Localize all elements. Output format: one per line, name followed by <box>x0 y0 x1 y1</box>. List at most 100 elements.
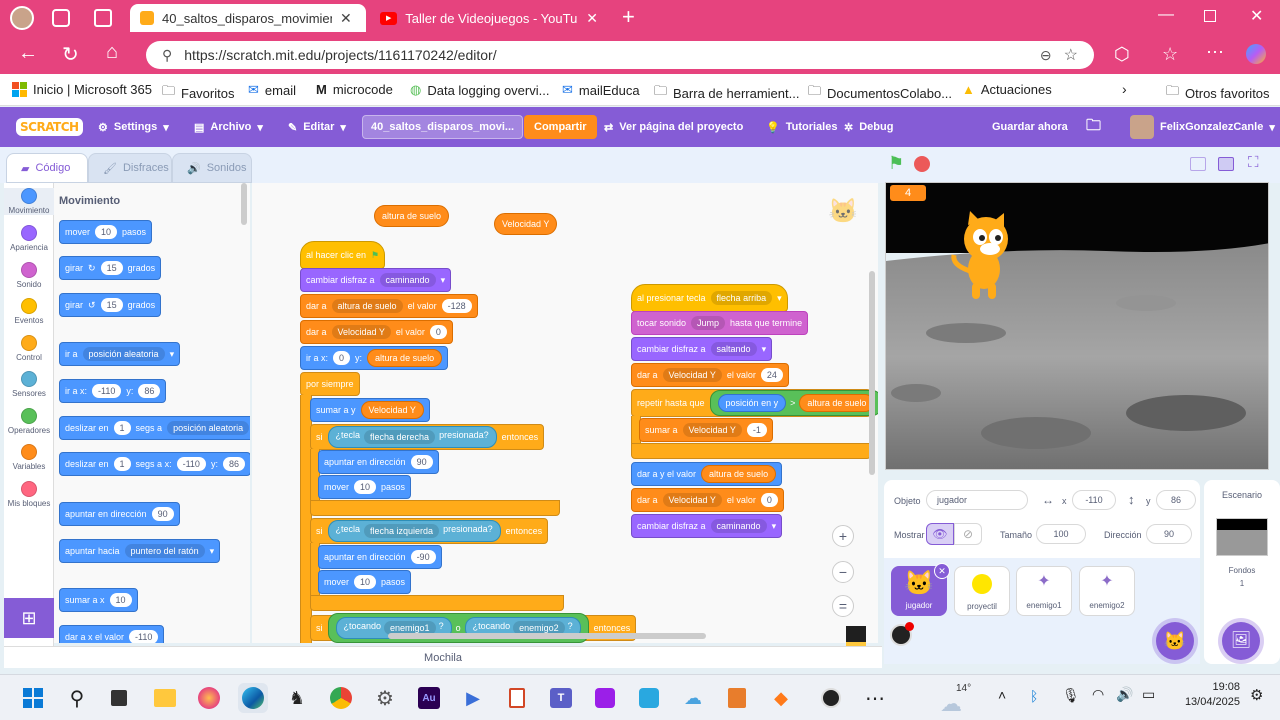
recorder-app-icon[interactable] <box>816 683 846 713</box>
category-eventos[interactable]: Eventos <box>4 298 54 325</box>
block-goto[interactable]: ir a posición aleatoria ▾ <box>59 342 181 366</box>
edit-menu[interactable]: ✎ Editar ▾ <box>288 107 346 147</box>
tab-sounds[interactable]: 🔊 Sonidos <box>172 153 252 183</box>
chevron-up-icon[interactable]: ˄ <box>998 687 1006 703</box>
num-input[interactable]: 1 <box>113 457 131 471</box>
num-input[interactable]: 10 <box>354 480 377 494</box>
firefox-icon[interactable] <box>194 683 224 713</box>
dropdown[interactable]: flecha izquierda <box>364 524 440 538</box>
y-input[interactable]: 86 <box>1156 490 1196 510</box>
reporter[interactable]: altura de suelo <box>701 465 777 483</box>
see-project-button[interactable]: ⇄ Ver página del proyecto <box>604 107 743 147</box>
block-switch-costume[interactable]: cambiar disfraz a saltando ▾ <box>631 337 773 361</box>
block-turn-right[interactable]: girar ↻ 15 grados <box>59 256 162 280</box>
sprite-name-input[interactable]: jugador <box>926 490 1028 510</box>
cat-sprite[interactable] <box>946 211 1022 303</box>
block-move[interactable]: mover 10 pasos <box>59 220 153 244</box>
fullscreen-icon[interactable]: ⛶ <box>1248 154 1259 171</box>
block-set-var-vely[interactable]: dar a Velocidad Y el valor 0 <box>300 320 453 344</box>
block-change-x[interactable]: sumar a x 10 <box>59 588 138 612</box>
dropdown[interactable]: altura de suelo <box>331 299 403 313</box>
reporter[interactable]: altura de suelo <box>799 394 875 412</box>
block-set-var-floor[interactable]: dar a altura de suelo el valor -128 <box>300 294 478 318</box>
dropdown[interactable]: posición aleatoria <box>82 347 165 361</box>
dropdown[interactable]: Velocidad Y <box>682 423 742 437</box>
block-repeat-until[interactable]: repetir hasta que posición en y > altura de… <box>631 389 878 417</box>
num-input[interactable]: 0 <box>760 493 778 507</box>
dropdown[interactable]: posición aleatoria <box>167 421 250 435</box>
reporter[interactable]: posición en y <box>717 394 787 412</box>
education-app-icon[interactable] <box>634 683 664 713</box>
sprite-tile-jugador[interactable]: 🐱 jugador ✕ <box>891 563 950 616</box>
file-explorer-icon[interactable] <box>150 683 180 713</box>
reporter[interactable]: Velocidad Y <box>360 401 424 419</box>
fav-microcode[interactable]: Mmicrocode <box>316 82 393 97</box>
bluetooth-icon[interactable]: ᛒ <box>1030 688 1038 704</box>
backpack-bar[interactable]: Mochila <box>4 646 882 668</box>
block-glide[interactable]: deslizar en 1 segs a posición aleatoria <box>59 416 250 440</box>
favorites-icon[interactable]: ☆ <box>1162 44 1178 65</box>
dropdown[interactable]: Velocidad Y <box>662 368 722 382</box>
num-input[interactable]: -110 <box>129 630 159 643</box>
block-set-x[interactable]: dar a x el valor -110 <box>59 625 165 643</box>
fav-microsoft365[interactable]: Inicio | Microsoft 365 <box>12 82 152 97</box>
fav-actuaciones[interactable]: ▲ Actuaciones <box>962 82 1052 97</box>
tab-scratch[interactable]: 40_saltos_disparos_movimiento con ... ✕ <box>130 4 366 32</box>
notes-app-icon[interactable] <box>502 683 532 713</box>
palette-scrollbar[interactable] <box>241 183 247 225</box>
num-input[interactable]: 90 <box>151 507 174 521</box>
category-operadores[interactable]: Operadores <box>4 408 54 435</box>
zoom-icon[interactable]: ⊖ <box>1040 47 1052 64</box>
presentation-icon[interactable]: ▶ <box>458 683 488 713</box>
project-title-input[interactable]: 40_saltos_disparos_movi... <box>362 107 524 147</box>
num-input[interactable]: 15 <box>100 298 123 312</box>
search-icon[interactable]: ⚲ <box>62 683 92 713</box>
dropdown[interactable]: flecha derecha <box>364 430 436 444</box>
size-input[interactable]: 100 <box>1036 524 1086 544</box>
battery-icon[interactable]: ▭ <box>1142 686 1155 703</box>
home-icon[interactable]: ⌂ <box>106 41 118 64</box>
block-play-sound[interactable]: tocar sonido Jump hasta que termine <box>631 311 809 335</box>
direction-input[interactable]: 90 <box>1146 524 1192 544</box>
green-flag-icon[interactable]: ⚑ <box>888 153 904 174</box>
restore-button[interactable] <box>1204 10 1216 22</box>
num-input[interactable]: 86 <box>138 384 161 398</box>
fav-datalogging[interactable]: ◍ Data logging overvi... <box>410 82 549 98</box>
num-input[interactable]: 0 <box>429 325 447 339</box>
file-menu[interactable]: ▤ Archivo ▾ <box>194 107 263 147</box>
hat-key-pressed[interactable]: al presionar tecla flecha arriba ▾ <box>631 284 788 312</box>
show-hidden-button[interactable]: ⊘ <box>954 523 982 545</box>
site-info-icon[interactable]: ⚲ <box>162 47 172 64</box>
category-sonido[interactable]: Sonido <box>4 262 54 289</box>
my-stuff-icon[interactable]: 🗀 <box>1086 107 1101 147</box>
dropdown[interactable]: Jump <box>691 316 726 330</box>
block-point-direction[interactable]: apuntar en dirección 90 <box>318 450 439 474</box>
sensing-key-pressed[interactable]: ¿tecla flecha izquierda presionada? <box>327 520 501 542</box>
category-movimiento[interactable]: Movimiento <box>4 188 54 215</box>
close-icon[interactable]: ✕ <box>340 10 352 27</box>
project-title[interactable]: 40_saltos_disparos_movi... <box>362 115 524 139</box>
sprite-tile-enemigo2[interactable]: ✦ enemigo2 <box>1079 566 1135 616</box>
workspace-horizontal-scrollbar[interactable] <box>388 633 706 639</box>
minimize-button[interactable]: — <box>1158 6 1174 24</box>
url-text[interactable]: https://scratch.mit.edu/projects/1161170… <box>184 47 1028 63</box>
block-if-right[interactable]: si ¿tecla flecha derecha presionada? entonce… <box>310 424 545 450</box>
task-view-icon[interactable] <box>104 683 134 713</box>
workspaces-icon[interactable] <box>52 9 70 27</box>
dropdown[interactable]: saltando <box>710 342 757 356</box>
category-control[interactable]: Control <box>4 335 54 362</box>
stop-icon[interactable] <box>914 156 930 172</box>
account-menu[interactable]: FelixGonzalezCanle ▾ <box>1130 107 1275 147</box>
block-set-var-vely[interactable]: dar a Velocidad Y el valor 24 <box>631 363 789 387</box>
more-icon[interactable]: ⋯ <box>1206 42 1224 63</box>
settings-icon[interactable]: ⚙ <box>370 683 400 713</box>
clock[interactable]: 19:08 13/04/2025 <box>1176 681 1240 708</box>
volume-icon[interactable]: 🔊 <box>1116 686 1133 703</box>
num-input[interactable]: -1 <box>746 423 767 437</box>
operator-greater[interactable]: posición en y > altura de suelo <box>709 390 878 416</box>
inkscape-icon[interactable]: ♞ <box>282 683 312 713</box>
share-button[interactable]: Compartir <box>524 107 597 147</box>
settings-menu[interactable]: ⚙ Settings ▾ <box>98 107 169 147</box>
block-if-left[interactable]: si ¿tecla flecha izquierda presionada? enton… <box>310 518 549 544</box>
fav-other[interactable]: 🗀 Otros favoritos <box>1166 82 1270 104</box>
